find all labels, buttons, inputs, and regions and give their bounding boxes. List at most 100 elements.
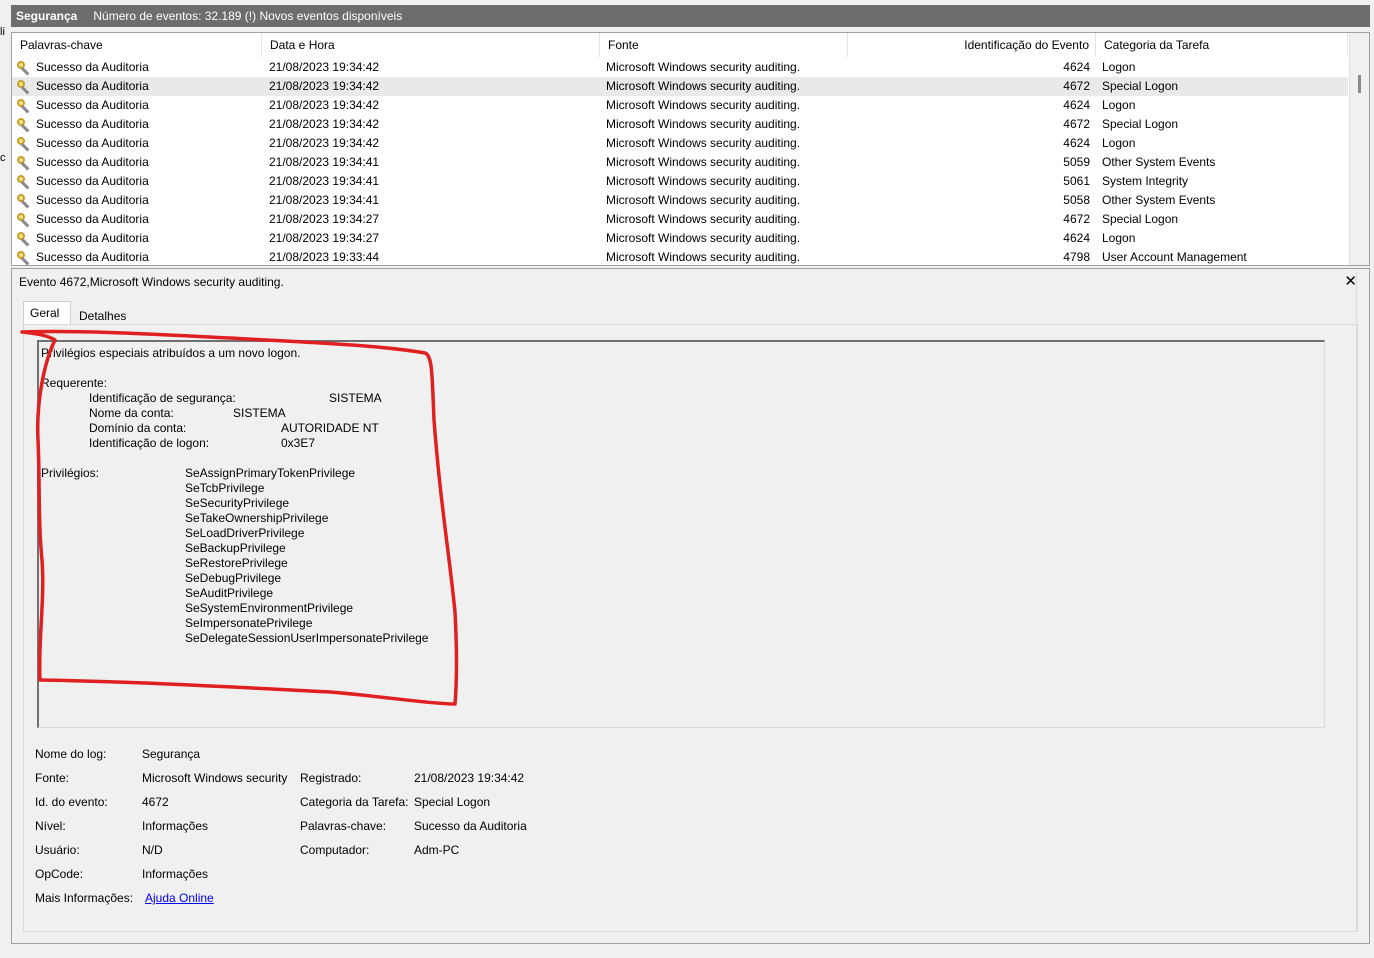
- source-label: Fonte:: [35, 771, 70, 785]
- key-icon: [16, 193, 32, 209]
- sid-value: SISTEMA: [329, 391, 382, 405]
- table-row[interactable]: Sucesso da Auditoria 21/08/2023 19:34:27 M…: [12, 210, 1348, 229]
- cell-keywords: Sucesso da Auditoria: [12, 210, 262, 229]
- table-row[interactable]: Sucesso da Auditoria 21/08/2023 19:34:42 M…: [12, 134, 1348, 153]
- account-label: Nome da conta:: [89, 406, 174, 420]
- privilege-item: SeImpersonatePrivilege: [185, 616, 313, 630]
- edge-fragment: c: [0, 152, 6, 164]
- cell-keywords: Sucesso da Auditoria: [12, 115, 262, 134]
- column-header-task-category[interactable]: Categoria da Tarefa: [1096, 33, 1348, 57]
- cell-source: Microsoft Windows security auditing.: [606, 117, 801, 131]
- cell-task-category: System Integrity: [1102, 174, 1189, 188]
- cell-event-id: 4624: [1063, 136, 1090, 150]
- privileges-label: Privilégios:: [41, 466, 100, 480]
- edge-fragment: li: [0, 26, 5, 38]
- cell-task-category: Logon: [1102, 231, 1136, 245]
- opcode-label: OpCode:: [35, 867, 84, 881]
- table-row[interactable]: Sucesso da Auditoria 21/08/2023 19:34:42 M…: [12, 58, 1348, 77]
- more-info-label: Mais Informações:: [35, 891, 134, 905]
- keyword-text: Sucesso da Auditoria: [36, 174, 149, 188]
- keyword-text: Sucesso da Auditoria: [36, 136, 149, 150]
- logged-value: 21/08/2023 19:34:42: [414, 771, 525, 785]
- event-rows: Sucesso da Auditoria 21/08/2023 19:34:42 M…: [12, 58, 1348, 265]
- privilege-item: SeLoadDriverPrivilege: [185, 526, 305, 540]
- table-row[interactable]: Sucesso da Auditoria 21/08/2023 19:34:41 M…: [12, 172, 1348, 191]
- cell-source: Microsoft Windows security auditing.: [606, 79, 801, 93]
- keyword-text: Sucesso da Auditoria: [36, 117, 149, 131]
- cell-event-id: 4624: [1063, 231, 1090, 245]
- privilege-item: SeDebugPrivilege: [185, 571, 282, 585]
- tab-general[interactable]: Geral: [23, 301, 71, 325]
- online-help-link[interactable]: Ajuda Online: [145, 891, 214, 905]
- privilege-item: SeSecurityPrivilege: [185, 496, 290, 510]
- keywords-value: Sucesso da Auditoria: [414, 819, 527, 833]
- cell-task-category: Special Logon: [1102, 212, 1179, 226]
- scrollbar-thumb[interactable]: [1358, 75, 1361, 93]
- cell-source: Microsoft Windows security auditing.: [606, 231, 801, 245]
- cell-keywords: Sucesso da Auditoria: [12, 58, 262, 77]
- event-message-box[interactable]: Privilégios especiais atribuídos a um no…: [37, 340, 1325, 728]
- cell-event-id: 5061: [1063, 174, 1090, 188]
- level-value: Informações: [142, 819, 209, 833]
- key-icon: [16, 79, 32, 95]
- keyword-text: Sucesso da Auditoria: [36, 193, 149, 207]
- events-list[interactable]: Palavras-chave Data e Hora Fonte Identif…: [11, 32, 1370, 266]
- keyword-text: Sucesso da Auditoria: [36, 155, 149, 169]
- table-row[interactable]: Sucesso da Auditoria 21/08/2023 19:34:41 M…: [12, 191, 1348, 210]
- cell-date-time: 21/08/2023 19:34:41: [269, 155, 380, 169]
- column-header-keywords[interactable]: Palavras-chave: [12, 33, 262, 57]
- computer-value: Adm-PC: [414, 843, 460, 857]
- cell-date-time: 21/08/2023 19:34:42: [269, 136, 380, 150]
- cell-keywords: Sucesso da Auditoria: [12, 77, 262, 96]
- log-name-label: Nome do log:: [35, 747, 107, 761]
- privilege-item: SeAuditPrivilege: [185, 586, 274, 600]
- log-title-bar: Segurança Número de eventos: 32.189 (!) …: [11, 5, 1370, 27]
- keyword-text: Sucesso da Auditoria: [36, 98, 149, 112]
- cell-event-id: 5059: [1063, 155, 1090, 169]
- key-icon: [16, 117, 32, 133]
- cell-source: Microsoft Windows security auditing.: [606, 98, 801, 112]
- detail-scrollbar[interactable]: [1353, 272, 1367, 932]
- log-name: Segurança: [16, 9, 78, 23]
- cell-event-id: 4624: [1063, 98, 1090, 112]
- table-row[interactable]: Sucesso da Auditoria 21/08/2023 19:33:44 M…: [12, 248, 1348, 265]
- cell-task-category: Special Logon: [1102, 79, 1179, 93]
- table-row[interactable]: Sucesso da Auditoria 21/08/2023 19:34:42 M…: [12, 77, 1348, 96]
- table-row[interactable]: Sucesso da Auditoria 21/08/2023 19:34:42 M…: [12, 115, 1348, 134]
- keywords-label: Palavras-chave:: [300, 819, 387, 833]
- cell-event-id: 4624: [1063, 60, 1090, 74]
- message-summary: Privilégios especiais atribuídos a um no…: [41, 346, 301, 360]
- column-header-date-time[interactable]: Data e Hora: [262, 33, 600, 57]
- cell-event-id: 4672: [1063, 212, 1090, 226]
- cell-task-category: Logon: [1102, 98, 1136, 112]
- event-id-value: 4672: [142, 795, 169, 809]
- list-scrollbar[interactable]: [1349, 33, 1369, 265]
- privilege-item: SeDelegateSessionUserImpersonatePrivileg…: [185, 631, 429, 645]
- keyword-text: Sucesso da Auditoria: [36, 79, 149, 93]
- cell-date-time: 21/08/2023 19:34:41: [269, 174, 380, 188]
- cell-date-time: 21/08/2023 19:34:42: [269, 98, 380, 112]
- task-category-label: Categoria da Tarefa:: [300, 795, 409, 809]
- privilege-item: SeTakeOwnershipPrivilege: [185, 511, 329, 525]
- key-icon: [16, 136, 32, 152]
- scrollbar-track: [1356, 272, 1357, 932]
- domain-label: Domínio da conta:: [89, 421, 187, 435]
- cell-keywords: Sucesso da Auditoria: [12, 134, 262, 153]
- table-row[interactable]: Sucesso da Auditoria 21/08/2023 19:34:41 M…: [12, 153, 1348, 172]
- keyword-text: Sucesso da Auditoria: [36, 60, 149, 74]
- cell-source: Microsoft Windows security auditing.: [606, 250, 801, 264]
- column-header-event-id[interactable]: Identificação do Evento: [848, 33, 1096, 57]
- detail-title: Evento 4672,Microsoft Windows security a…: [19, 275, 284, 289]
- table-row[interactable]: Sucesso da Auditoria 21/08/2023 19:34:42 M…: [12, 96, 1348, 115]
- list-header: Palavras-chave Data e Hora Fonte Identif…: [12, 33, 1348, 57]
- computer-label: Computador:: [300, 843, 370, 857]
- cell-task-category: Other System Events: [1102, 155, 1216, 169]
- cell-date-time: 21/08/2023 19:34:42: [269, 117, 380, 131]
- account-value: SISTEMA: [233, 406, 286, 420]
- privilege-item: SeSystemEnvironmentPrivilege: [185, 601, 354, 615]
- privilege-item: SeBackupPrivilege: [185, 541, 286, 555]
- table-row[interactable]: Sucesso da Auditoria 21/08/2023 19:34:27 M…: [12, 229, 1348, 248]
- column-header-source[interactable]: Fonte: [600, 33, 848, 57]
- cell-source: Microsoft Windows security auditing.: [606, 155, 801, 169]
- cell-task-category: Other System Events: [1102, 193, 1216, 207]
